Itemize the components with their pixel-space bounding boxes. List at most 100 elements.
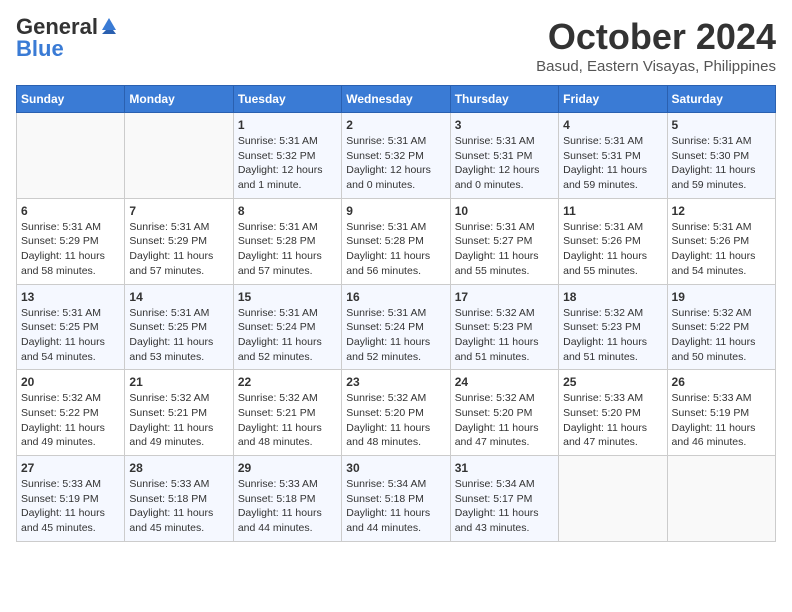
day-info: Sunrise: 5:33 AMSunset: 5:18 PMDaylight:…	[129, 477, 228, 536]
calendar-cell: 11Sunrise: 5:31 AMSunset: 5:26 PMDayligh…	[559, 198, 667, 284]
day-number: 3	[455, 118, 554, 132]
day-info: Sunrise: 5:34 AMSunset: 5:17 PMDaylight:…	[455, 477, 554, 536]
calendar-week-row: 13 Sunrise: 5:31 AMSunset: 5:25 PMDayligh…	[17, 284, 776, 370]
calendar-cell: 3 Sunrise: 5:31 AMSunset: 5:31 PMDaylight…	[450, 113, 558, 199]
calendar-cell: 23Sunrise: 5:32 AMSunset: 5:20 PMDayligh…	[342, 370, 450, 456]
day-info: Sunrise: 5:31 AMSunset: 5:25 PMDaylight:…	[129, 306, 228, 365]
logo-general-text: General	[16, 16, 98, 38]
day-info: Sunrise: 5:31 AMSunset: 5:28 PMDaylight:…	[238, 220, 337, 279]
calendar-cell: 13Sunrise: 5:31 AMSunset: 5:25 PMDayligh…	[17, 284, 125, 370]
day-number: 11	[563, 204, 662, 218]
day-number: 28	[129, 461, 228, 475]
day-number: 22	[238, 375, 337, 389]
calendar-week-row: 20 Sunrise: 5:32 AMSunset: 5:22 PMDayligh…	[17, 370, 776, 456]
day-number: 10	[455, 204, 554, 218]
calendar-cell: 15Sunrise: 5:31 AMSunset: 5:24 PMDayligh…	[233, 284, 341, 370]
day-number: 4	[563, 118, 662, 132]
day-info: Sunrise: 5:31 AMSunset: 5:29 PMDaylight:…	[21, 220, 120, 279]
day-number: 15	[238, 290, 337, 304]
day-info: Sunrise: 5:32 AMSunset: 5:22 PMDaylight:…	[672, 306, 771, 365]
calendar-cell: 19 Sunrise: 5:32 AMSunset: 5:22 PMDayligh…	[667, 284, 775, 370]
day-info: Sunrise: 5:31 AMSunset: 5:31 PMDaylight:…	[563, 134, 662, 193]
calendar-table: SundayMondayTuesdayWednesdayThursdayFrid…	[16, 85, 776, 542]
calendar-cell: 24 Sunrise: 5:32 AMSunset: 5:20 PMDayligh…	[450, 370, 558, 456]
weekday-header: Sunday	[17, 86, 125, 113]
calendar-cell: 2 Sunrise: 5:31 AMSunset: 5:32 PMDaylight…	[342, 113, 450, 199]
day-number: 14	[129, 290, 228, 304]
calendar-cell: 4 Sunrise: 5:31 AMSunset: 5:31 PMDaylight…	[559, 113, 667, 199]
day-number: 5	[672, 118, 771, 132]
day-number: 30	[346, 461, 445, 475]
day-info: Sunrise: 5:31 AMSunset: 5:32 PMDaylight:…	[238, 134, 337, 193]
day-info: Sunrise: 5:32 AMSunset: 5:20 PMDaylight:…	[346, 391, 445, 450]
logo-icon	[100, 16, 118, 34]
day-number: 18	[563, 290, 662, 304]
day-info: Sunrise: 5:33 AMSunset: 5:20 PMDaylight:…	[563, 391, 662, 450]
day-info: Sunrise: 5:31 AMSunset: 5:30 PMDaylight:…	[672, 134, 771, 193]
day-info: Sunrise: 5:32 AMSunset: 5:23 PMDaylight:…	[455, 306, 554, 365]
calendar-cell: 16 Sunrise: 5:31 AMSunset: 5:24 PMDayligh…	[342, 284, 450, 370]
day-info: Sunrise: 5:33 AMSunset: 5:18 PMDaylight:…	[238, 477, 337, 536]
day-number: 8	[238, 204, 337, 218]
day-info: Sunrise: 5:31 AMSunset: 5:31 PMDaylight:…	[455, 134, 554, 193]
logo-blue-text: Blue	[16, 38, 64, 60]
calendar-cell: 6Sunrise: 5:31 AMSunset: 5:29 PMDaylight…	[17, 198, 125, 284]
day-number: 2	[346, 118, 445, 132]
location-title: Basud, Eastern Visayas, Philippines	[536, 58, 776, 75]
calendar-header: SundayMondayTuesdayWednesdayThursdayFrid…	[17, 86, 776, 113]
day-info: Sunrise: 5:32 AMSunset: 5:20 PMDaylight:…	[455, 391, 554, 450]
day-info: Sunrise: 5:32 AMSunset: 5:23 PMDaylight:…	[563, 306, 662, 365]
day-info: Sunrise: 5:31 AMSunset: 5:26 PMDaylight:…	[672, 220, 771, 279]
day-number: 9	[346, 204, 445, 218]
calendar-week-row: 27 Sunrise: 5:33 AMSunset: 5:19 PMDayligh…	[17, 456, 776, 542]
weekday-header: Saturday	[667, 86, 775, 113]
weekday-header: Wednesday	[342, 86, 450, 113]
calendar-cell	[125, 113, 233, 199]
calendar-week-row: 6Sunrise: 5:31 AMSunset: 5:29 PMDaylight…	[17, 198, 776, 284]
day-number: 17	[455, 290, 554, 304]
day-info: Sunrise: 5:31 AMSunset: 5:29 PMDaylight:…	[129, 220, 228, 279]
day-number: 21	[129, 375, 228, 389]
day-number: 20	[21, 375, 120, 389]
logo: General Blue	[16, 16, 118, 60]
day-number: 13	[21, 290, 120, 304]
day-info: Sunrise: 5:32 AMSunset: 5:22 PMDaylight:…	[21, 391, 120, 450]
calendar-cell: 27 Sunrise: 5:33 AMSunset: 5:19 PMDayligh…	[17, 456, 125, 542]
calendar-cell: 5 Sunrise: 5:31 AMSunset: 5:30 PMDaylight…	[667, 113, 775, 199]
calendar-cell: 1 Sunrise: 5:31 AMSunset: 5:32 PMDaylight…	[233, 113, 341, 199]
day-number: 1	[238, 118, 337, 132]
calendar-cell: 31 Sunrise: 5:34 AMSunset: 5:17 PMDayligh…	[450, 456, 558, 542]
day-number: 19	[672, 290, 771, 304]
day-number: 27	[21, 461, 120, 475]
day-number: 29	[238, 461, 337, 475]
calendar-cell: 22 Sunrise: 5:32 AMSunset: 5:21 PMDayligh…	[233, 370, 341, 456]
calendar-cell: 9 Sunrise: 5:31 AMSunset: 5:28 PMDaylight…	[342, 198, 450, 284]
calendar-cell: 8 Sunrise: 5:31 AMSunset: 5:28 PMDaylight…	[233, 198, 341, 284]
day-info: Sunrise: 5:33 AMSunset: 5:19 PMDaylight:…	[21, 477, 120, 536]
weekday-header: Monday	[125, 86, 233, 113]
day-info: Sunrise: 5:31 AMSunset: 5:32 PMDaylight:…	[346, 134, 445, 193]
day-number: 24	[455, 375, 554, 389]
day-number: 7	[129, 204, 228, 218]
calendar-week-row: 1 Sunrise: 5:31 AMSunset: 5:32 PMDaylight…	[17, 113, 776, 199]
calendar-cell: 28 Sunrise: 5:33 AMSunset: 5:18 PMDayligh…	[125, 456, 233, 542]
calendar-cell: 7 Sunrise: 5:31 AMSunset: 5:29 PMDaylight…	[125, 198, 233, 284]
calendar-cell	[559, 456, 667, 542]
calendar-cell: 20 Sunrise: 5:32 AMSunset: 5:22 PMDayligh…	[17, 370, 125, 456]
weekday-header: Thursday	[450, 86, 558, 113]
day-number: 31	[455, 461, 554, 475]
day-info: Sunrise: 5:31 AMSunset: 5:24 PMDaylight:…	[346, 306, 445, 365]
calendar-cell	[17, 113, 125, 199]
calendar-cell: 10 Sunrise: 5:31 AMSunset: 5:27 PMDayligh…	[450, 198, 558, 284]
calendar-cell: 14 Sunrise: 5:31 AMSunset: 5:25 PMDayligh…	[125, 284, 233, 370]
day-info: Sunrise: 5:34 AMSunset: 5:18 PMDaylight:…	[346, 477, 445, 536]
day-info: Sunrise: 5:32 AMSunset: 5:21 PMDaylight:…	[238, 391, 337, 450]
calendar-cell: 18 Sunrise: 5:32 AMSunset: 5:23 PMDayligh…	[559, 284, 667, 370]
calendar-cell: 17 Sunrise: 5:32 AMSunset: 5:23 PMDayligh…	[450, 284, 558, 370]
calendar-cell: 29 Sunrise: 5:33 AMSunset: 5:18 PMDayligh…	[233, 456, 341, 542]
day-number: 16	[346, 290, 445, 304]
day-number: 12	[672, 204, 771, 218]
calendar-cell: 12 Sunrise: 5:31 AMSunset: 5:26 PMDayligh…	[667, 198, 775, 284]
day-info: Sunrise: 5:31 AMSunset: 5:28 PMDaylight:…	[346, 220, 445, 279]
day-info: Sunrise: 5:31 AMSunset: 5:27 PMDaylight:…	[455, 220, 554, 279]
